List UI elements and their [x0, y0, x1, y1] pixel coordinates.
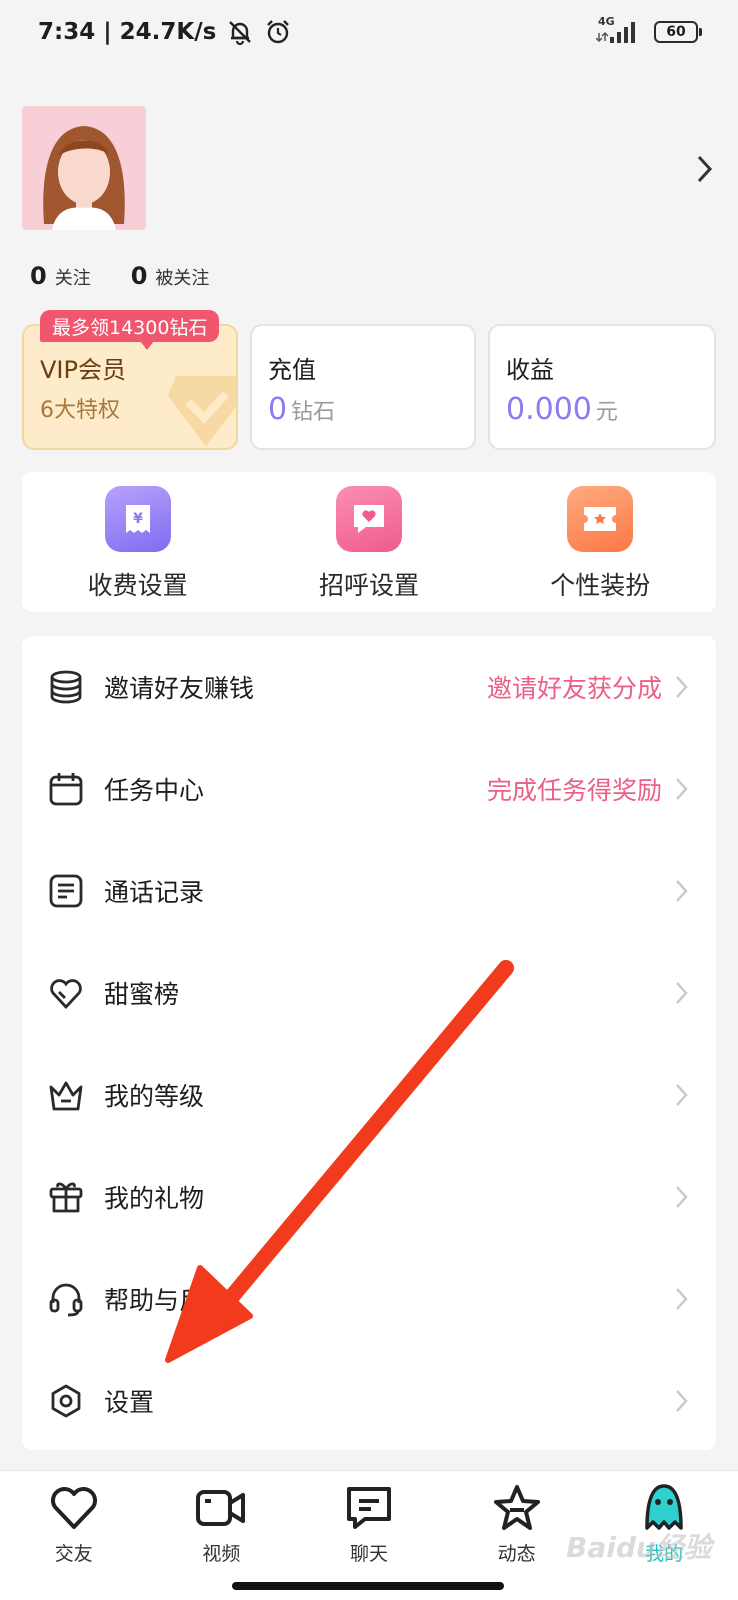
vip-title: VIP会员	[40, 356, 126, 384]
menu-item-gifts[interactable]: 我的礼物	[22, 1146, 716, 1248]
chevron-right-icon	[676, 1288, 688, 1310]
profile-chevron-icon[interactable]	[696, 154, 714, 184]
document-icon	[46, 871, 86, 911]
menu-item-tasks[interactable]: 任务中心 完成任务得奖励	[22, 738, 716, 840]
fee-settings-button[interactable]: ¥ 收费设置	[38, 486, 238, 602]
status-left: 7:34 | 24.7K/s	[38, 18, 292, 46]
alarm-icon	[267, 20, 290, 44]
chevron-right-icon	[676, 1390, 688, 1412]
vip-promo-badge: 最多领14300钻石	[40, 310, 220, 350]
greeting-settings-label: 招呼设置	[318, 571, 419, 600]
status-bar: 7:34 | 24.7K/s 4G 60	[0, 0, 738, 64]
ticket-icon	[567, 486, 634, 552]
coins-icon	[46, 667, 86, 707]
status-right: 4G 60	[596, 15, 702, 45]
heart-icon	[47, 1481, 101, 1535]
chevron-right-icon	[676, 676, 688, 698]
heart-message-icon	[335, 486, 402, 552]
income-card[interactable]: 收益 0.000 元	[488, 324, 716, 450]
followers-label[interactable]: 被关注	[155, 264, 209, 290]
chevron-right-icon	[676, 1084, 688, 1106]
income-title: 收益	[506, 356, 554, 384]
vip-diamond-icon	[168, 376, 236, 446]
watermark: Baidu经验	[566, 1531, 712, 1564]
vip-card[interactable]: VIP会员 6大特权	[22, 324, 238, 450]
svg-text:¥: ¥	[133, 511, 143, 527]
signal-icon: 4G	[596, 15, 642, 45]
fee-settings-label: 收费设置	[87, 571, 188, 600]
menu-list: 邀请好友赚钱 邀请好友获分成 任务中心 完成任务得奖励 通话记录 甜蜜榜 我的等…	[22, 636, 716, 1450]
avatar[interactable]	[22, 106, 146, 230]
star-icon	[490, 1481, 544, 1535]
menu-label-invite: 邀请好友赚钱	[104, 674, 255, 703]
menu-item-level[interactable]: 我的等级	[22, 1044, 716, 1146]
recharge-unit: 钻石	[291, 400, 336, 425]
tab-moments-label: 动态	[497, 1543, 536, 1565]
chat-bubble-icon	[342, 1481, 396, 1535]
menu-label-call-history: 通话记录	[104, 878, 205, 907]
menu-item-call-history[interactable]: 通话记录	[22, 840, 716, 942]
menu-extra-tasks: 完成任务得奖励	[486, 776, 662, 805]
video-camera-icon	[194, 1481, 248, 1535]
tab-chat-label: 聊天	[349, 1543, 388, 1565]
following-label[interactable]: 关注	[55, 264, 91, 290]
home-indicator	[232, 1582, 504, 1590]
menu-item-sweet-rank[interactable]: 甜蜜榜	[22, 942, 716, 1044]
recharge-card[interactable]: 充值 0 钻石	[250, 324, 476, 450]
recharge-value: 0	[268, 392, 288, 427]
following-count[interactable]: 0	[30, 262, 47, 290]
menu-label-help: 帮助与反馈	[104, 1286, 230, 1315]
menu-item-settings[interactable]: 设置	[22, 1350, 716, 1452]
muted-bell-icon	[229, 21, 252, 46]
menu-label-settings: 设置	[104, 1388, 155, 1417]
status-time-speed: 7:34 | 24.7K/s	[38, 19, 217, 45]
battery-icon: 60	[654, 21, 702, 43]
menu-label-tasks: 任务中心	[104, 776, 205, 805]
chevron-right-icon	[676, 880, 688, 902]
income-unit: 元	[595, 400, 618, 425]
menu-label-gifts: 我的礼物	[104, 1184, 205, 1213]
quick-settings: ¥ 收费设置 招呼设置 个性装扮	[22, 472, 716, 612]
vip-subtitle: 6大特权	[40, 398, 120, 423]
heart-icon	[46, 973, 86, 1013]
chevron-right-icon	[676, 982, 688, 1004]
dressup-label: 个性装扮	[550, 571, 651, 600]
menu-item-help[interactable]: 帮助与反馈	[22, 1248, 716, 1350]
menu-item-invite[interactable]: 邀请好友赚钱 邀请好友获分成	[22, 636, 716, 738]
menu-extra-invite: 邀请好友获分成	[486, 674, 662, 703]
gift-icon	[46, 1177, 86, 1217]
tab-friends[interactable]: 交友	[14, 1481, 134, 1600]
chevron-right-icon	[676, 1186, 688, 1208]
tab-video-label: 视频	[202, 1543, 241, 1565]
recharge-balance: 0 钻石	[268, 392, 335, 427]
headset-icon	[46, 1279, 86, 1319]
calendar-icon	[46, 769, 86, 809]
dressup-button[interactable]: 个性装扮	[500, 486, 700, 602]
income-value: 0.000	[506, 392, 592, 427]
followers-count[interactable]: 0	[131, 262, 148, 290]
fee-receipt-icon: ¥	[104, 486, 171, 552]
crown-icon	[46, 1075, 86, 1115]
tab-friends-label: 交友	[54, 1543, 93, 1565]
greeting-settings-button[interactable]: 招呼设置	[269, 486, 469, 602]
avatar-illustration	[22, 106, 146, 230]
chevron-right-icon	[676, 778, 688, 800]
follow-stats: 0 关注 0 被关注	[30, 262, 249, 290]
recharge-title: 充值	[268, 356, 316, 384]
settings-hexagon-icon	[46, 1381, 86, 1421]
menu-label-level: 我的等级	[104, 1082, 205, 1111]
menu-label-sweet-rank: 甜蜜榜	[104, 980, 180, 1009]
income-balance: 0.000 元	[506, 392, 618, 427]
